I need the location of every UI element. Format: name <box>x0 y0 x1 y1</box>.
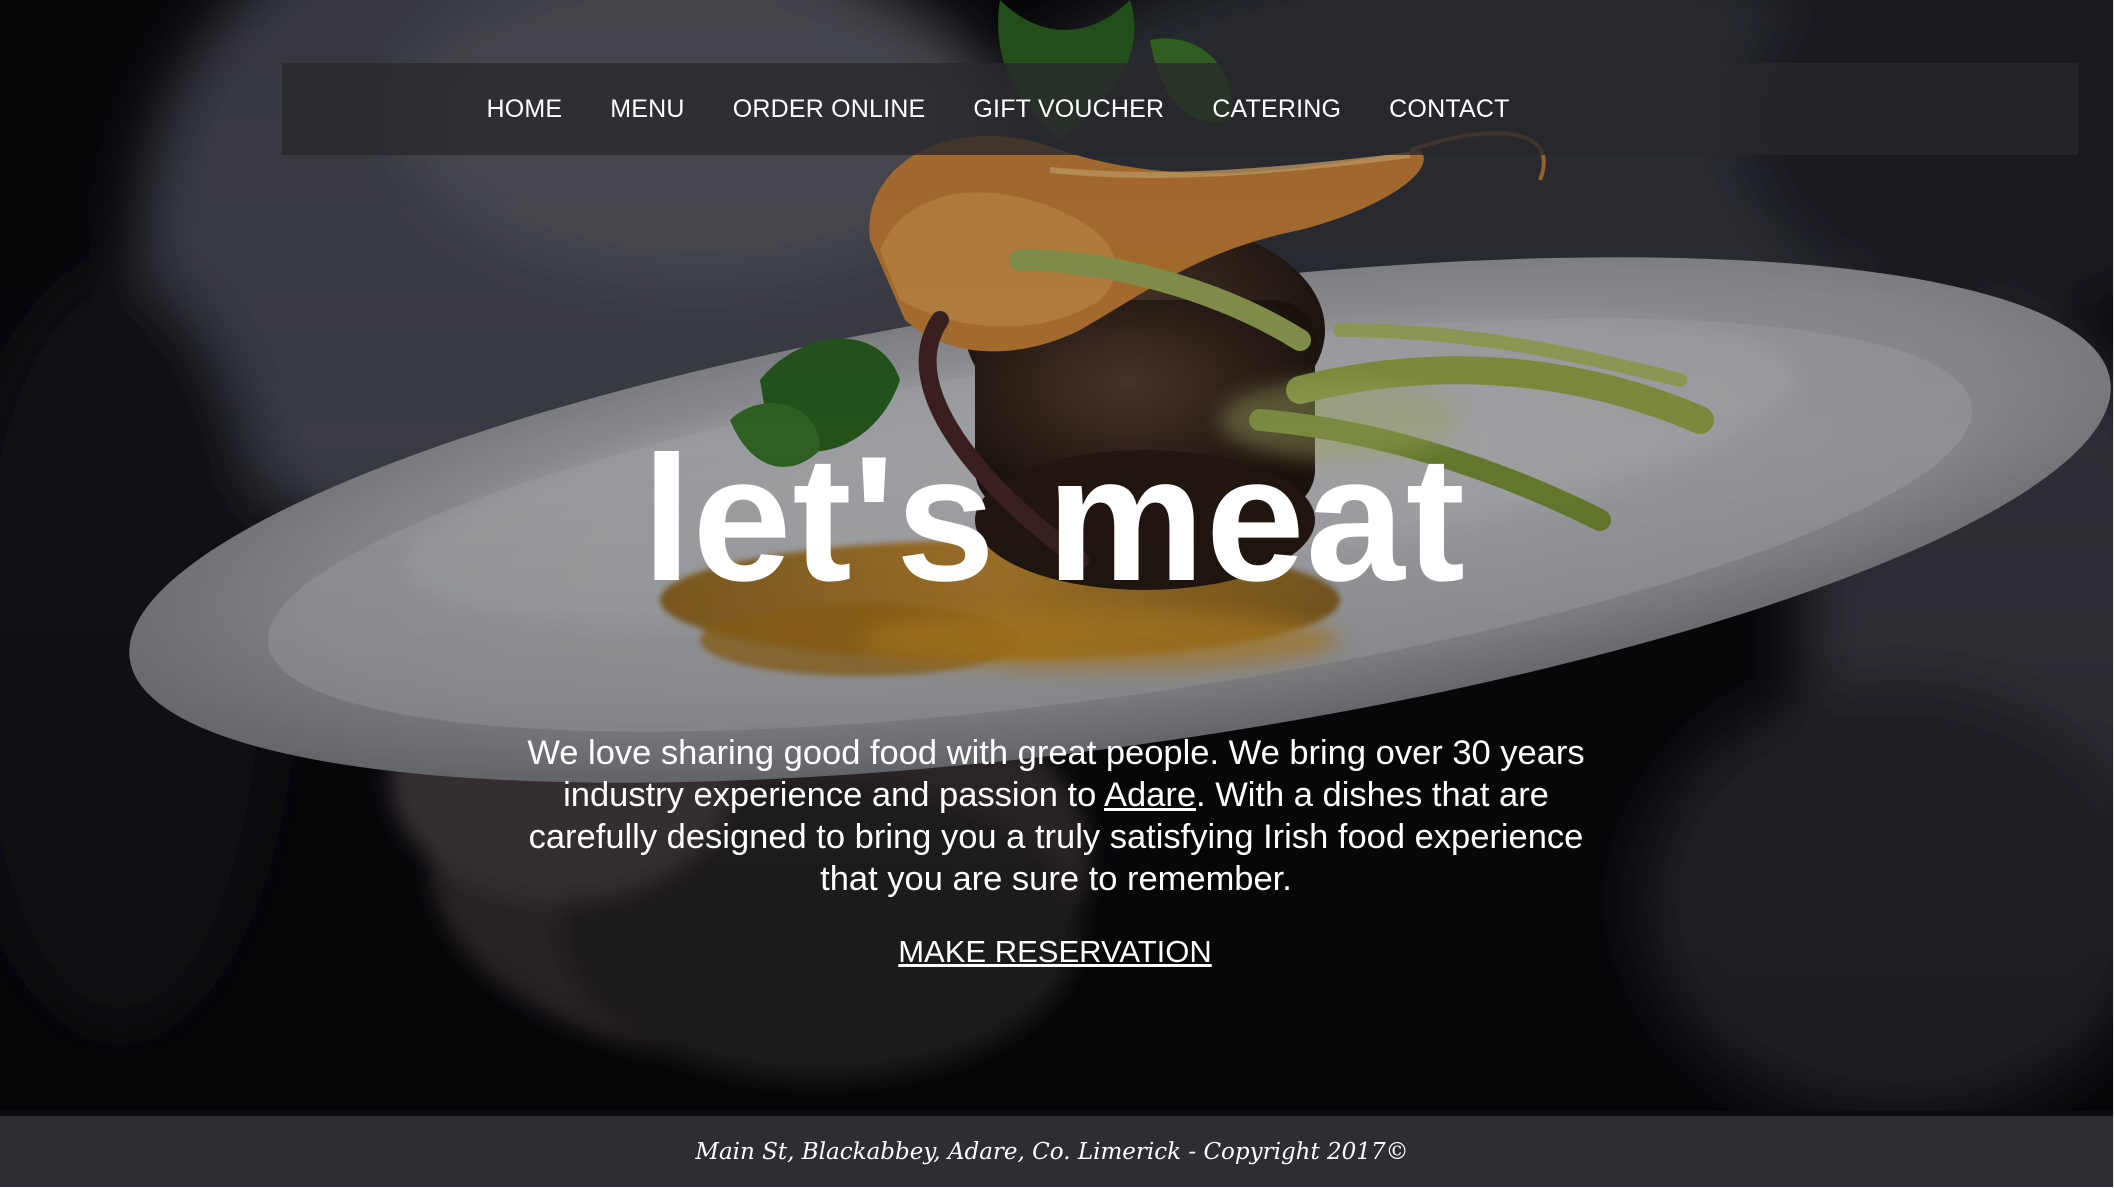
top-navbar: HOME MENU ORDER ONLINE GIFT VOUCHER CATE… <box>282 63 2078 155</box>
nav-link-order-online[interactable]: ORDER ONLINE <box>733 95 926 123</box>
nav-list: HOME MENU ORDER ONLINE GIFT VOUCHER CATE… <box>100 63 1896 155</box>
nav-link-contact[interactable]: CONTACT <box>1389 95 1509 123</box>
nav-item-contact: CONTACT <box>1365 95 1533 124</box>
nav-item-order-online: ORDER ONLINE <box>709 95 950 124</box>
page: HOME MENU ORDER ONLINE GIFT VOUCHER CATE… <box>0 0 2114 1188</box>
nav-link-catering[interactable]: CATERING <box>1212 95 1341 123</box>
hero-intro-text: We love sharing good food with great peo… <box>510 732 1602 900</box>
hero-section: HOME MENU ORDER ONLINE GIFT VOUCHER CATE… <box>0 0 2114 1111</box>
site-footer: Main St, Blackabbey, Adare, Co. Limerick… <box>0 1116 2114 1187</box>
make-reservation-link[interactable]: MAKE RESERVATION <box>898 934 1212 969</box>
nav-item-home: HOME <box>462 95 586 124</box>
footer-address-copyright: Main St, Blackabbey, Adare, Co. Limerick… <box>695 1138 1409 1165</box>
nav-link-menu[interactable]: MENU <box>610 95 684 123</box>
hero-title: let's meat <box>641 419 1467 618</box>
nav-item-gift-voucher: GIFT VOUCHER <box>949 95 1188 124</box>
nav-item-menu: MENU <box>586 95 708 124</box>
reservation-wrapper: MAKE RESERVATION <box>0 934 2112 970</box>
adare-link[interactable]: Adare <box>1104 776 1196 814</box>
nav-link-gift-voucher[interactable]: GIFT VOUCHER <box>973 95 1164 123</box>
nav-link-home[interactable]: HOME <box>486 95 562 123</box>
nav-item-catering: CATERING <box>1188 95 1365 124</box>
